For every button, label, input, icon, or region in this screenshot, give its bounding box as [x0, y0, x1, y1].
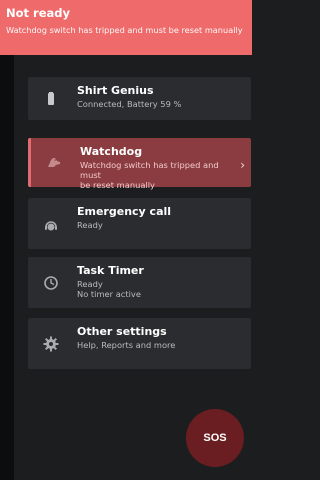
banner-title: Not ready	[6, 6, 70, 20]
dog-icon	[45, 153, 63, 171]
card-subtitle-line: Ready	[77, 279, 103, 289]
left-edge	[0, 0, 14, 480]
card-title: Other settings	[77, 325, 167, 338]
card-other-settings[interactable]: Other settings Help, Reports and more	[28, 318, 251, 369]
clock-icon	[42, 274, 60, 292]
card-title: Task Timer	[77, 264, 144, 277]
card-watchdog[interactable]: Watchdog Watchdog switch has tripped and…	[28, 138, 251, 190]
card-subtitle: Watchdog switch has tripped and must be …	[80, 160, 242, 190]
support-agent-icon	[42, 217, 60, 235]
card-task-timer[interactable]: Task Timer Ready No timer active	[28, 257, 251, 308]
card-subtitle: Connected, Battery 59 %	[77, 99, 182, 109]
card-title: Watchdog	[80, 145, 143, 158]
sos-button[interactable]: SOS	[186, 409, 244, 467]
status-banner: Not ready Watchdog switch has tripped an…	[0, 0, 252, 55]
card-emergency-call[interactable]: Emergency call Ready	[28, 198, 251, 249]
card-title: Emergency call	[77, 205, 172, 218]
card-shirt-genius[interactable]: Shirt Genius Connected, Battery 59 %	[28, 77, 251, 120]
card-subtitle: Ready No timer active	[77, 279, 239, 299]
gear-icon	[42, 335, 60, 353]
card-subtitle-line: be reset manually	[80, 180, 155, 190]
card-subtitle-line: No timer active	[77, 289, 141, 299]
card-title: Shirt Genius	[77, 84, 154, 97]
card-subtitle: Help, Reports and more	[77, 340, 176, 350]
card-subtitle: Ready	[77, 220, 103, 230]
chevron-right-icon: ›	[240, 158, 245, 172]
phone-battery-icon	[42, 90, 60, 108]
banner-message: Watchdog switch has tripped and must be …	[6, 25, 243, 35]
card-subtitle-line: Watchdog switch has tripped and must	[80, 160, 219, 180]
